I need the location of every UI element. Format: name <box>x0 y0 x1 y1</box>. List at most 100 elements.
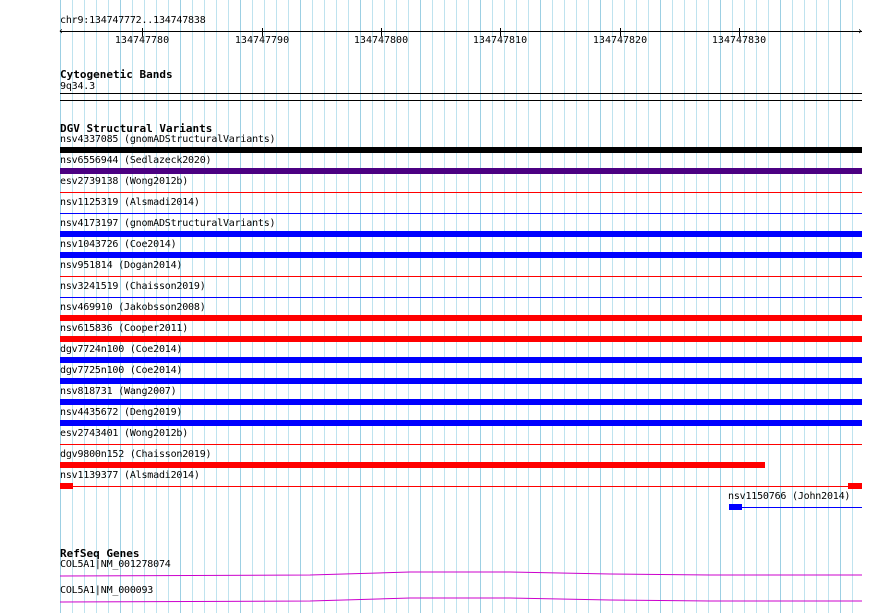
gridline <box>624 0 625 613</box>
dgv-feature-line <box>60 444 862 445</box>
ruler-tick-label: 134747780 <box>114 35 170 46</box>
gridline <box>672 0 673 613</box>
dgv-feature-bar <box>60 315 862 321</box>
dgv-feature-label: dgv9800n152 (Chaisson2019) <box>60 449 212 460</box>
dgv-feature-bar <box>60 336 862 342</box>
dgv-feature-block <box>60 483 73 489</box>
dgv-feature-line <box>60 276 862 277</box>
gridline <box>348 0 349 613</box>
gridline <box>360 0 361 613</box>
gridline <box>780 0 781 613</box>
gridline <box>384 0 385 613</box>
gridline <box>828 0 829 613</box>
gridline <box>264 0 265 613</box>
cytoband-label: 9q34.3 <box>60 81 95 92</box>
dgv-feature-label: esv2743401 (Wong2012b) <box>60 428 189 439</box>
dgv-feature-label: nsv615836 (Cooper2011) <box>60 323 189 334</box>
dgv-feature-bar <box>60 420 862 426</box>
ruler-tick-label: 134747830 <box>711 35 767 46</box>
gridline <box>684 0 685 613</box>
gridline <box>708 0 709 613</box>
gridline <box>792 0 793 613</box>
dgv-feature-bar <box>60 147 862 153</box>
scroll-left-arrow-icon[interactable]: ‹ <box>58 27 64 37</box>
gridline <box>396 0 397 613</box>
gridline <box>372 0 373 613</box>
gridline <box>540 0 541 613</box>
ruler-tick-label: 134747800 <box>353 35 409 46</box>
dgv-feature-block <box>848 483 862 489</box>
gridline <box>228 0 229 613</box>
gridline <box>564 0 565 613</box>
dgv-feature-line <box>60 486 862 487</box>
refseq-gene-intron <box>60 571 862 577</box>
gridline <box>504 0 505 613</box>
dgv-feature-label: nsv469910 (Jakobsson2008) <box>60 302 206 313</box>
dgv-feature-label: esv2739138 (Wong2012b) <box>60 176 189 187</box>
dgv-feature-bar <box>60 168 862 174</box>
refseq-gene-intron-line <box>60 571 862 577</box>
dgv-feature-line <box>729 507 862 508</box>
scroll-right-arrow-icon[interactable]: › <box>857 27 863 37</box>
gridline <box>768 0 769 613</box>
gridline <box>300 0 301 613</box>
gridline <box>444 0 445 613</box>
ruler-tick-label: 134747790 <box>234 35 290 46</box>
dgv-feature-label: nsv6556944 (Sedlazeck2020) <box>60 155 212 166</box>
gridline <box>480 0 481 613</box>
dgv-feature-label: nsv951814 (Dogan2014) <box>60 260 183 271</box>
gridline <box>216 0 217 613</box>
gridline <box>336 0 337 613</box>
gridline <box>240 0 241 613</box>
dgv-feature-label: dgv7725n100 (Coe2014) <box>60 365 183 376</box>
dgv-feature-line <box>60 192 862 193</box>
gridline <box>636 0 637 613</box>
gridline <box>804 0 805 613</box>
gridline <box>312 0 313 613</box>
gridline <box>588 0 589 613</box>
dgv-feature-line <box>60 213 862 214</box>
dgv-feature-label: nsv1125319 (Alsmadi2014) <box>60 197 200 208</box>
dgv-feature-label: nsv3241519 (Chaisson2019) <box>60 281 206 292</box>
gridline <box>720 0 721 613</box>
gridline <box>552 0 553 613</box>
dgv-feature-bar <box>60 378 862 384</box>
gridline <box>252 0 253 613</box>
gridline <box>732 0 733 613</box>
dgv-feature-bar <box>60 399 862 405</box>
dgv-feature-label: dgv7724n100 (Coe2014) <box>60 344 183 355</box>
dgv-feature-bar <box>60 231 862 237</box>
gridline <box>756 0 757 613</box>
gridline <box>516 0 517 613</box>
gridline <box>288 0 289 613</box>
gridline <box>816 0 817 613</box>
dgv-feature-bar <box>60 252 862 258</box>
refseq-gene-intron-line <box>60 597 862 603</box>
dgv-feature-block <box>729 504 742 510</box>
cytoband-track-title: Cytogenetic Bands <box>60 68 173 81</box>
gridline <box>432 0 433 613</box>
gridline <box>528 0 529 613</box>
gridline <box>612 0 613 613</box>
gridline <box>456 0 457 613</box>
cytoband-band-top <box>60 93 862 94</box>
cytoband-band-bottom <box>60 100 862 101</box>
dgv-feature-label: nsv4337085 (gnomADStructuralVariants) <box>60 134 276 145</box>
ruler-location: chr9:134747772..134747838 <box>60 15 206 26</box>
gridline <box>576 0 577 613</box>
dgv-feature-label: nsv1139377 (Alsmadi2014) <box>60 470 200 481</box>
dgv-feature-label: nsv4435672 (Deng2019) <box>60 407 183 418</box>
gridline <box>600 0 601 613</box>
gridline <box>492 0 493 613</box>
dgv-feature-line <box>60 297 862 298</box>
dgv-feature-bar <box>60 462 765 468</box>
dgv-feature-label: nsv1043726 (Coe2014) <box>60 239 177 250</box>
gridline <box>276 0 277 613</box>
ruler-tick-label: 134747810 <box>472 35 528 46</box>
refseq-gene-intron <box>60 597 862 603</box>
gridline <box>744 0 745 613</box>
gridline <box>696 0 697 613</box>
ruler-tick-label: 134747820 <box>592 35 648 46</box>
gridline <box>468 0 469 613</box>
dgv-feature-label: nsv4173197 (gnomADStructuralVariants) <box>60 218 276 229</box>
